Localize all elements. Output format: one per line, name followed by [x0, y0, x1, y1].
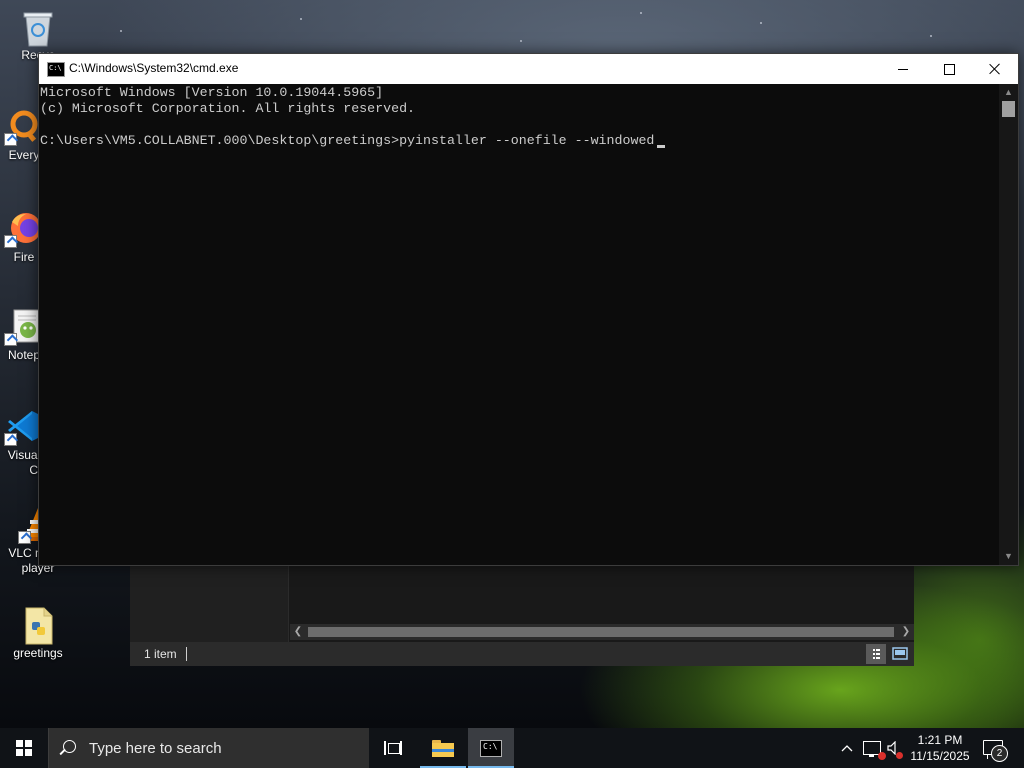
task-view-icon: [384, 741, 402, 755]
console-command: C:\Users\VM5.COLLABNET.000\Desktop\greet…: [40, 133, 655, 148]
scroll-right-icon[interactable]: ❯: [898, 624, 914, 640]
maximize-button[interactable]: [926, 54, 972, 84]
network-button[interactable]: [860, 728, 886, 768]
folder-icon: [432, 739, 454, 757]
scroll-left-icon[interactable]: ❮: [290, 624, 306, 640]
firefox-icon: [4, 210, 42, 248]
text-cursor: [657, 145, 666, 148]
chevron-up-icon: [841, 745, 853, 752]
status-divider: [186, 647, 187, 661]
windows-logo-icon: [16, 740, 32, 756]
large-icons-view-icon: [892, 647, 908, 660]
shortcut-arrow-icon: [4, 133, 17, 146]
clock-date: 11/15/2025: [910, 749, 970, 763]
app-icon-text: C:\: [49, 64, 62, 72]
notepad-plus-plus-icon: [4, 308, 42, 346]
taskbar: Type here to search C:\ 1:21 PM 11/15/20…: [0, 728, 1024, 768]
shortcut-arrow-icon: [4, 235, 17, 248]
clock-time: 1:21 PM: [917, 733, 963, 747]
shortcut-arrow-icon: [4, 333, 17, 346]
muted-badge-icon: [896, 752, 903, 759]
console-output[interactable]: Microsoft Windows [Version 10.0.19044.59…: [39, 84, 999, 565]
console-line: (c) Microsoft Corporation. All rights re…: [40, 101, 416, 116]
navigation-pane[interactable]: [130, 562, 289, 642]
details-view-icon: [873, 649, 880, 659]
horizontal-scrollbar[interactable]: ❮ ❯: [290, 624, 914, 640]
large-icons-view-button[interactable]: [890, 644, 910, 664]
volume-button[interactable]: [884, 728, 906, 768]
window-titlebar[interactable]: C:\ C:\Windows\System32\cmd.exe: [39, 54, 1018, 84]
task-view-button[interactable]: [370, 728, 416, 768]
taskbar-search-box[interactable]: Type here to search: [48, 728, 369, 768]
status-bar: 1 item: [130, 642, 914, 666]
console-line: Microsoft Windows [Version 10.0.19044.59…: [40, 85, 384, 100]
item-count: 1 item: [144, 647, 177, 661]
scrollbar-thumb[interactable]: [308, 627, 894, 637]
window-title: C:\Windows\System32\cmd.exe: [69, 61, 239, 75]
everything-search-icon: [4, 108, 42, 146]
maximize-icon: [943, 63, 955, 75]
python-file-icon: [20, 606, 56, 645]
file-explorer-window: ❮ ❯ 1 item: [130, 562, 914, 666]
network-disconnected-icon: [863, 741, 886, 760]
minimize-icon: [898, 68, 908, 70]
taskbar-command-prompt[interactable]: C:\: [468, 728, 514, 768]
cmd-app-icon: C:\: [47, 62, 65, 77]
console-input-line[interactable]: C:\Users\VM5.COLLABNET.000\Desktop\greet…: [40, 133, 666, 149]
search-icon: [63, 740, 76, 753]
command-prompt-window[interactable]: C:\ C:\Windows\System32\cmd.exe Microsof…: [38, 53, 1019, 566]
taskbar-clock[interactable]: 1:21 PM 11/15/2025: [904, 730, 976, 766]
close-icon: [989, 63, 1001, 75]
shortcut-arrow-icon: [18, 531, 31, 544]
shortcut-arrow-icon: [4, 433, 17, 446]
desktop-icon-greetings[interactable]: greetings: [0, 606, 76, 661]
recycle-bin-icon: [20, 8, 56, 47]
close-button[interactable]: [972, 54, 1018, 84]
scroll-down-icon[interactable]: ▼: [999, 548, 1018, 564]
action-center-button[interactable]: 2: [978, 728, 1018, 768]
start-button[interactable]: [0, 728, 48, 768]
vertical-scrollbar[interactable]: ▲ ▼: [999, 84, 1018, 565]
scrollbar-thumb[interactable]: [1002, 101, 1015, 117]
vscode-icon: [4, 408, 42, 446]
command-prompt-icon: C:\: [480, 739, 502, 757]
desktop-icon-label: greetings: [13, 646, 63, 660]
notification-count-badge: 2: [991, 745, 1008, 762]
taskbar-file-explorer[interactable]: [420, 728, 466, 768]
minimize-button[interactable]: [880, 54, 926, 84]
scroll-up-icon[interactable]: ▲: [999, 84, 1018, 100]
details-view-button[interactable]: [866, 644, 886, 664]
search-placeholder: Type here to search: [89, 740, 222, 757]
show-hidden-icons-button[interactable]: [838, 728, 856, 768]
desktop: Recyc Every Fire: [0, 0, 1024, 728]
